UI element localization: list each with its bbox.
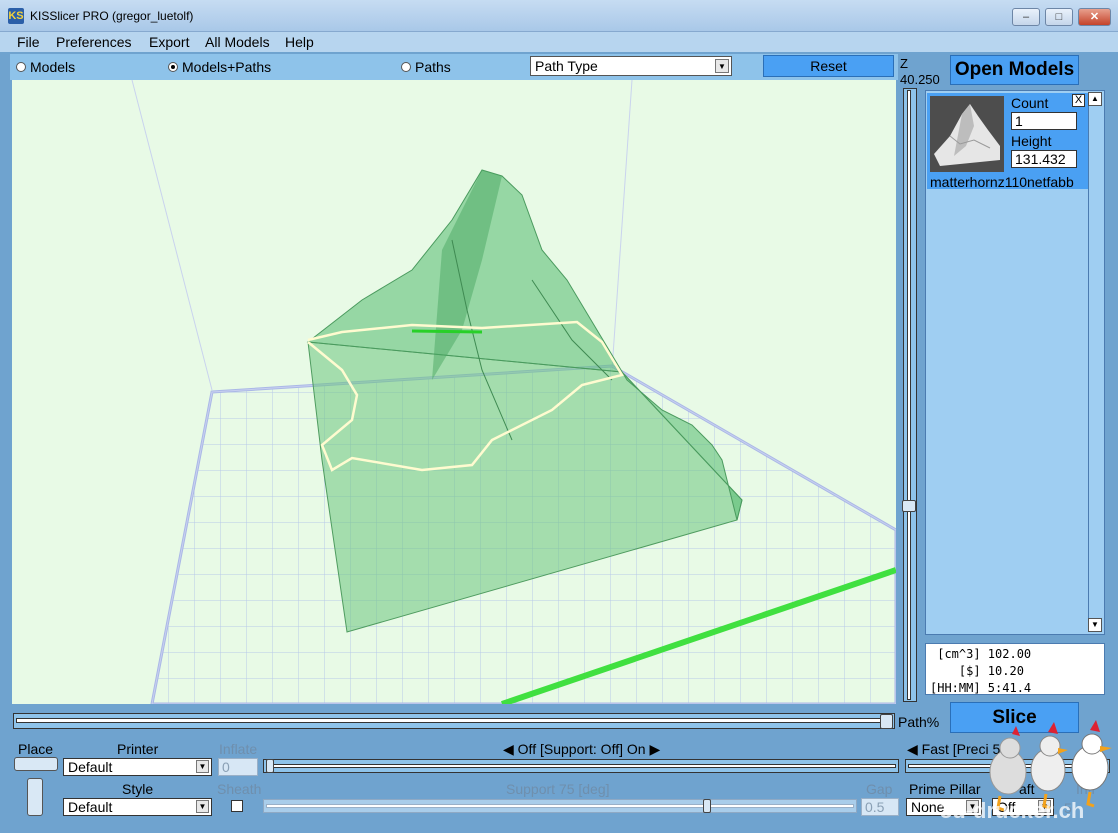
chevron-left-icon[interactable]: ◀ xyxy=(503,741,514,757)
support-mode-label: ◀ Off [Support: Off] On ▶ xyxy=(503,741,660,758)
frame-line xyxy=(131,80,213,391)
menu-help[interactable]: Help xyxy=(285,32,314,52)
count-input[interactable]: 1 xyxy=(1011,112,1077,130)
radio-button-checked-icon xyxy=(168,62,178,72)
close-icon[interactable]: ✕ xyxy=(1078,8,1111,26)
inflate-input[interactable]: 0 xyxy=(218,758,258,776)
chevron-down-icon[interactable]: ▼ xyxy=(196,800,209,813)
3d-viewport[interactable] xyxy=(12,80,896,704)
slice-path-segment xyxy=(411,329,483,334)
path-percent-label: Path% xyxy=(898,714,940,730)
viewport-scene xyxy=(131,80,896,704)
frame-line xyxy=(611,80,633,371)
chevron-down-icon[interactable]: ▼ xyxy=(715,59,729,73)
sheath-label: Sheath xyxy=(217,781,262,797)
style-value: Default xyxy=(68,799,113,815)
path-type-select[interactable]: Path Type ▼ xyxy=(530,56,732,76)
menu-file[interactable]: File xyxy=(17,32,40,52)
minimize-icon[interactable]: ‒ xyxy=(1012,8,1040,26)
gap-label: Gap xyxy=(866,781,893,797)
support-slider-handle[interactable] xyxy=(266,759,274,773)
scroll-up-icon[interactable]: ▲ xyxy=(1088,92,1102,106)
radio-models[interactable]: Models xyxy=(16,59,75,75)
close-icon[interactable]: X xyxy=(1072,94,1085,107)
printer-value: Default xyxy=(68,759,113,775)
model-name: matterhornz110netfabb xyxy=(930,174,1074,190)
chevron-down-icon[interactable]: ▼ xyxy=(196,760,209,773)
printer-select[interactable]: Default ▼ xyxy=(63,758,212,776)
watermark-text: 3d-drucker.ch xyxy=(940,798,1085,823)
style-select[interactable]: Default ▼ xyxy=(63,798,212,816)
z-label: Z xyxy=(900,56,908,71)
window-title: KISSlicer PRO (gregor_luetolf) xyxy=(30,9,194,23)
place-vertical-button[interactable] xyxy=(27,778,43,816)
stat-volume: [cm^3] 102.00 xyxy=(930,647,1032,661)
scroll-down-icon[interactable]: ▼ xyxy=(1088,618,1102,632)
support-angle-groove xyxy=(266,804,854,808)
reset-button[interactable]: Reset xyxy=(763,55,894,77)
style-label: Style xyxy=(122,781,154,797)
radio-button-icon xyxy=(401,62,411,72)
radio-paths-label: Paths xyxy=(415,59,451,75)
z-value: 40.250 xyxy=(900,72,940,87)
maximize-icon[interactable]: □ xyxy=(1045,8,1073,26)
model-list-scrollbar[interactable] xyxy=(1088,92,1103,632)
mountain-thumbnail-icon xyxy=(930,96,1004,172)
chevron-right-icon[interactable]: ▶ xyxy=(649,741,660,757)
menu-all-models[interactable]: All Models xyxy=(205,32,270,52)
height-input[interactable]: 131.432 xyxy=(1011,150,1077,168)
z-slider-groove xyxy=(907,90,911,700)
printer-label: Printer xyxy=(117,741,159,757)
sheath-checkbox[interactable] xyxy=(231,800,243,812)
count-label: Count xyxy=(1011,95,1049,111)
path-slider-handle[interactable] xyxy=(880,714,893,729)
z-slider-handle[interactable] xyxy=(902,500,916,512)
stat-cost: [$] 10.20 xyxy=(930,664,1024,678)
inflate-label: Inflate xyxy=(219,741,258,757)
stat-time: [HH:MM] 5:41.4 xyxy=(930,681,1032,695)
radio-models-paths[interactable]: Models+Paths xyxy=(168,59,271,75)
place-label: Place xyxy=(18,741,54,757)
place-button[interactable] xyxy=(14,757,58,771)
path-type-value: Path Type xyxy=(535,58,598,74)
radio-models-paths-label: Models+Paths xyxy=(182,59,272,75)
radio-button-icon xyxy=(16,62,26,72)
path-slider-groove xyxy=(16,718,892,723)
model-thumbnail[interactable] xyxy=(930,96,1004,172)
support-angle-handle[interactable] xyxy=(703,799,711,813)
print-stats: [cm^3] 102.00 [$] 10.20 [HH:MM] 5:41.4 xyxy=(925,643,1105,695)
open-models-button[interactable]: Open Models xyxy=(950,55,1079,85)
chevron-left-icon[interactable]: ◀ xyxy=(907,741,918,757)
app-icon: KS xyxy=(8,8,24,24)
support-mode-text: Off [Support: Off] On xyxy=(517,741,646,757)
menu-preferences[interactable]: Preferences xyxy=(56,32,131,52)
height-label: Height xyxy=(1011,133,1052,149)
radio-paths[interactable]: Paths xyxy=(401,59,451,75)
gap-input[interactable]: 0.5 xyxy=(861,798,899,816)
support-slider-groove xyxy=(266,764,896,768)
support-angle-label: Support 75 [deg] xyxy=(506,781,610,797)
radio-models-label: Models xyxy=(30,59,76,75)
menu-export[interactable]: Export xyxy=(149,32,189,52)
